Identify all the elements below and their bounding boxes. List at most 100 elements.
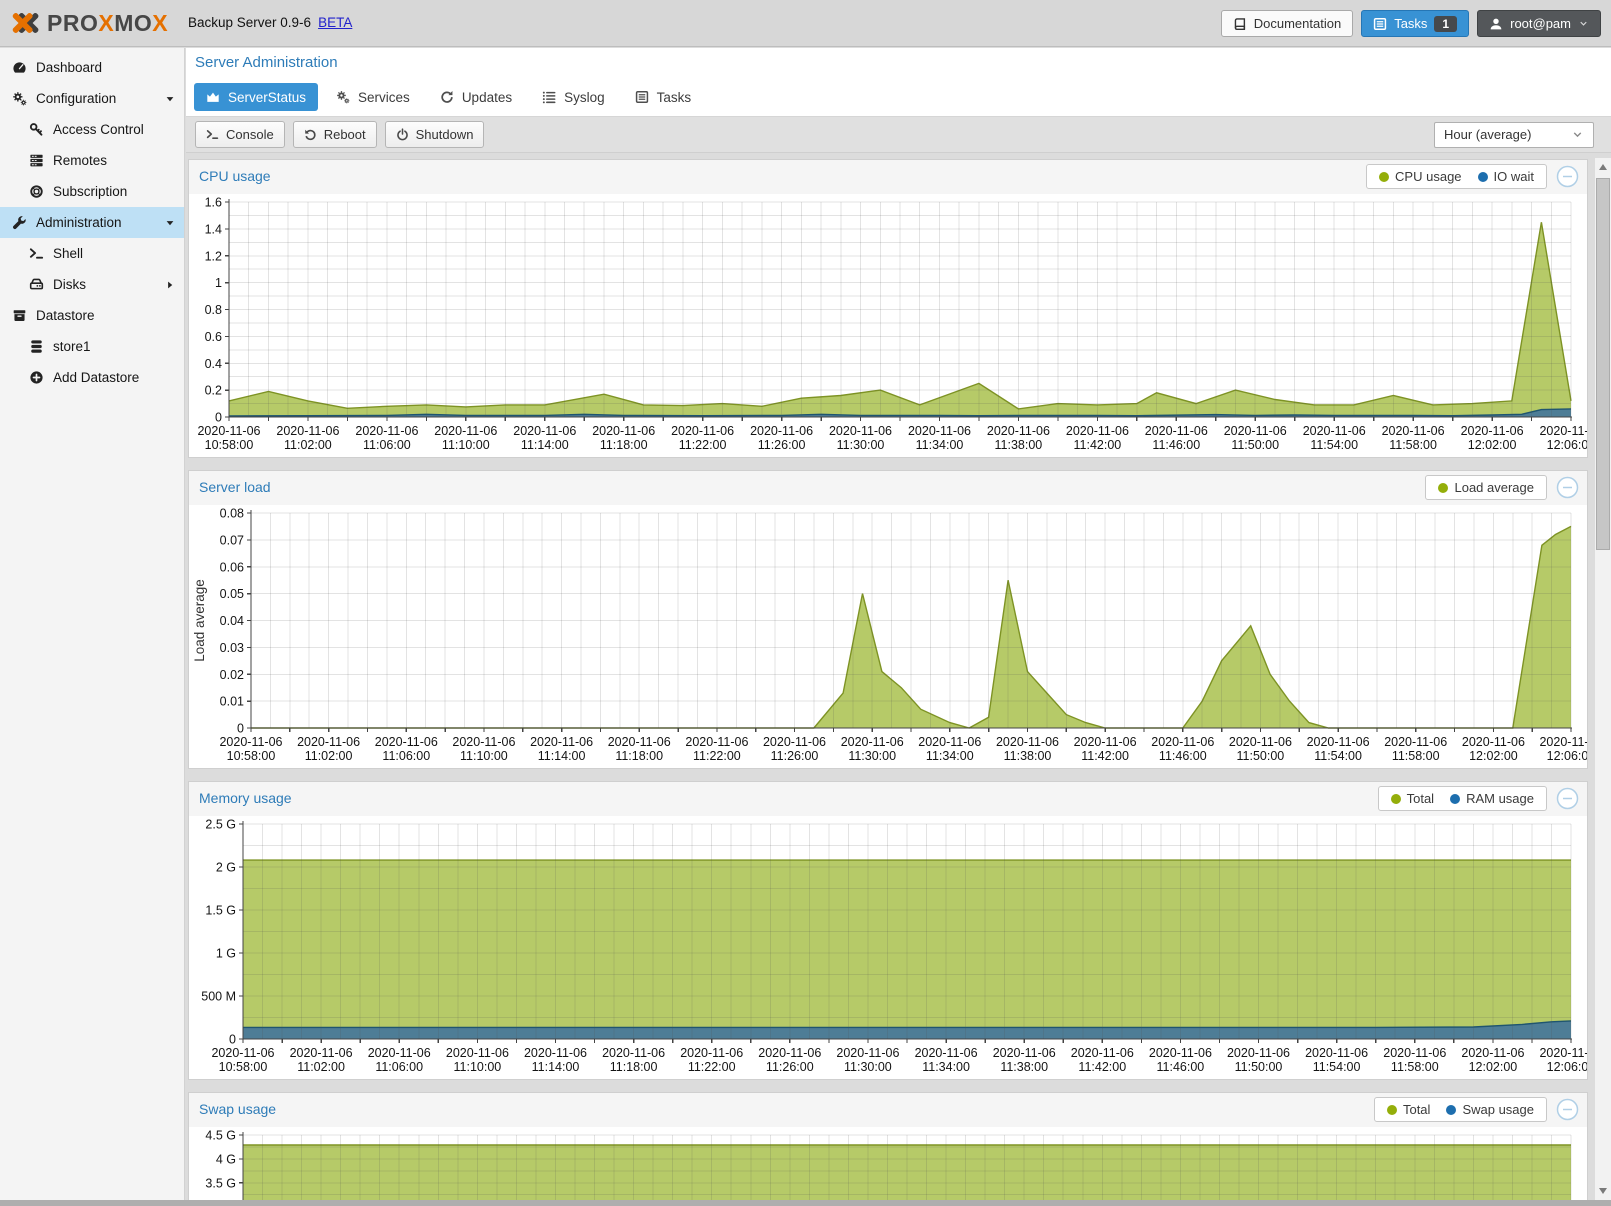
legend-dot xyxy=(1478,172,1488,182)
chart-title: Swap usage xyxy=(199,1101,276,1117)
sidebar-item-shell[interactable]: Shell xyxy=(0,238,184,269)
svg-text:11:38:00: 11:38:00 xyxy=(995,438,1043,452)
svg-text:2020-11-06: 2020-11-06 xyxy=(219,735,282,749)
panel-cpu-usage: CPU usageCPU usageIO wait00.20.40.60.811… xyxy=(188,159,1588,458)
legend-cpu-usage: CPU usage xyxy=(1379,169,1461,184)
collapse-button[interactable] xyxy=(1556,476,1579,499)
sidebar-item-remotes[interactable]: Remotes xyxy=(0,145,184,176)
brand-letter-group: X xyxy=(152,10,168,36)
svg-text:11:22:00: 11:22:00 xyxy=(693,749,741,763)
panel-server-load: Server loadLoad average00.010.020.030.04… xyxy=(188,470,1588,769)
tasklist-icon xyxy=(1373,17,1387,31)
svg-text:2020-11-06: 2020-11-06 xyxy=(1303,424,1366,438)
documentation-button[interactable]: Documentation xyxy=(1221,10,1353,37)
svg-text:12:06:00: 12:06:00 xyxy=(1547,1060,1587,1074)
collapse-button[interactable] xyxy=(1556,165,1579,188)
documentation-label: Documentation xyxy=(1254,16,1341,31)
timeframe-select[interactable]: Hour (average) xyxy=(1434,122,1594,148)
svg-text:2020-11-06: 2020-11-06 xyxy=(446,1046,509,1060)
svg-text:11:50:00: 11:50:00 xyxy=(1231,438,1279,452)
sidebar-item-configuration[interactable]: Configuration xyxy=(0,83,184,114)
collapse-button[interactable] xyxy=(1556,1098,1579,1121)
svg-text:2020-11-06: 2020-11-06 xyxy=(1066,424,1129,438)
scroll-down-arrow[interactable] xyxy=(1599,1188,1607,1194)
sidebar-item-store1[interactable]: store1 xyxy=(0,331,184,362)
svg-text:11:14:00: 11:14:00 xyxy=(521,438,569,452)
remotes-icon xyxy=(29,153,44,168)
svg-text:0.05: 0.05 xyxy=(220,587,244,601)
svg-text:2020-11-06: 2020-11-06 xyxy=(763,735,826,749)
sidebar-item-subscription[interactable]: Subscription xyxy=(0,176,184,207)
svg-text:2020-11-06: 2020-11-06 xyxy=(375,735,438,749)
sidebar-item-datastore[interactable]: Datastore xyxy=(0,300,184,331)
tab-services[interactable]: Services xyxy=(324,83,422,111)
tab-syslog[interactable]: Syslog xyxy=(530,83,617,111)
chart-title: Memory usage xyxy=(199,790,292,806)
svg-text:11:10:00: 11:10:00 xyxy=(460,749,508,763)
console-button[interactable]: Console xyxy=(195,121,285,148)
chevron-down-icon xyxy=(1571,128,1584,141)
svg-text:2020-11-06: 2020-11-06 xyxy=(996,735,1059,749)
caret-down-icon xyxy=(164,93,176,105)
reboot-button[interactable]: Reboot xyxy=(293,121,377,148)
svg-text:2020-11-06: 2020-11-06 xyxy=(1462,735,1525,749)
tab-serverstatus[interactable]: ServerStatus xyxy=(194,83,318,111)
svg-text:2020-11-06: 2020-11-06 xyxy=(211,1046,274,1060)
main-content: Server Administration ServerStatusServic… xyxy=(186,48,1611,1200)
legend-total: Total xyxy=(1391,791,1434,806)
svg-text:12:06:00: 12:06:00 xyxy=(1547,438,1587,452)
svg-text:0.08: 0.08 xyxy=(220,507,244,521)
expander[interactable] xyxy=(164,93,176,105)
sidebar-item-add-datastore[interactable]: Add Datastore xyxy=(0,362,184,393)
book-icon xyxy=(1233,17,1247,31)
svg-text:2020-11-06: 2020-11-06 xyxy=(1229,735,1292,749)
expander[interactable] xyxy=(164,217,176,229)
svg-text:12:02:00: 12:02:00 xyxy=(1469,749,1518,763)
top-header: PROXMOX Backup Server 0.9-6BETA Document… xyxy=(0,0,1611,47)
sidebar-item-access-control[interactable]: Access Control xyxy=(0,114,184,145)
shutdown-button[interactable]: Shutdown xyxy=(385,121,485,148)
tab-tasks[interactable]: Tasks xyxy=(623,83,704,111)
svg-text:2020-11-06: 2020-11-06 xyxy=(592,424,655,438)
svg-text:11:46:00: 11:46:00 xyxy=(1157,1060,1205,1074)
chevron-down-icon xyxy=(1578,18,1589,29)
svg-text:12:02:00: 12:02:00 xyxy=(1468,438,1517,452)
gears-icon xyxy=(336,90,350,104)
svg-text:11:42:00: 11:42:00 xyxy=(1074,438,1122,452)
user-icon xyxy=(1489,17,1503,31)
svg-text:0.6: 0.6 xyxy=(205,330,222,344)
svg-text:11:22:00: 11:22:00 xyxy=(688,1060,736,1074)
proxmox-backup-app: PROXMOX Backup Server 0.9-6BETA Document… xyxy=(0,0,1611,1206)
svg-text:2020-11-06: 2020-11-06 xyxy=(993,1046,1056,1060)
tab-updates[interactable]: Updates xyxy=(428,83,524,111)
sidebar-item-dashboard[interactable]: Dashboard xyxy=(0,52,184,83)
svg-text:0.8: 0.8 xyxy=(205,303,222,317)
svg-text:2020-11-06: 2020-11-06 xyxy=(987,424,1050,438)
svg-text:2020-11-06: 2020-11-06 xyxy=(841,735,904,749)
vertical-scrollbar[interactable] xyxy=(1594,158,1611,1200)
toolbar: Console Reboot Shutdown Hour (average) xyxy=(186,117,1611,153)
scrollbar-thumb[interactable] xyxy=(1596,178,1610,550)
svg-text:11:50:00: 11:50:00 xyxy=(1237,749,1285,763)
tasks-button[interactable]: Tasks 1 xyxy=(1361,10,1469,37)
gears-icon xyxy=(12,91,27,106)
svg-text:10:58:00: 10:58:00 xyxy=(205,438,254,452)
scroll-up-arrow[interactable] xyxy=(1599,164,1607,170)
svg-text:2020-11-06: 2020-11-06 xyxy=(368,1046,431,1060)
user-menu-button[interactable]: root@pam xyxy=(1477,10,1601,37)
svg-text:2020-11-06: 2020-11-06 xyxy=(918,735,981,749)
chart-title: Server load xyxy=(199,479,271,495)
beta-link[interactable]: BETA xyxy=(318,15,352,30)
brand-letter-group: X xyxy=(98,10,114,36)
tab-bar: ServerStatusServicesUpdatesSyslogTasks xyxy=(194,83,703,111)
tasklist-icon xyxy=(635,90,649,104)
sidebar-item-administration[interactable]: Administration xyxy=(0,207,184,238)
svg-text:0: 0 xyxy=(237,722,244,736)
collapse-button[interactable] xyxy=(1556,787,1579,810)
svg-text:0.07: 0.07 xyxy=(220,533,244,547)
svg-text:0.4: 0.4 xyxy=(205,357,222,371)
page-title: Server Administration xyxy=(195,54,338,71)
sidebar-item-disks[interactable]: Disks xyxy=(0,269,184,300)
svg-text:0: 0 xyxy=(229,1033,236,1047)
svg-text:2020-11-06: 2020-11-06 xyxy=(524,1046,587,1060)
